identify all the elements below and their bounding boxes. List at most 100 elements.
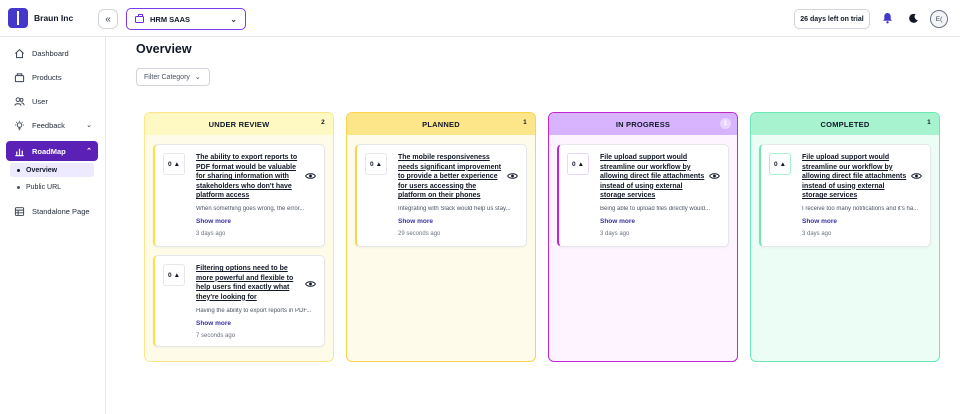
eye-icon[interactable]	[305, 172, 316, 180]
sidebar-item-label: Dashboard	[32, 48, 69, 58]
eye-icon[interactable]	[507, 172, 518, 180]
card-timestamp: 3 days ago	[802, 231, 832, 237]
card-timestamp: 7 seconds ago	[196, 333, 236, 339]
sidebar-item-user[interactable]: User	[6, 91, 98, 111]
sidebar-item-dashboard[interactable]: Dashboard	[6, 43, 98, 63]
box-icon	[14, 72, 25, 82]
brand-logo-icon	[8, 8, 28, 28]
upvote-button[interactable]: 0 ▲	[567, 153, 589, 175]
column-under-review: UNDER REVIEW 2 0 ▲ The ability to export …	[144, 112, 334, 362]
lightbulb-icon	[15, 120, 24, 130]
arrow-up-icon: ▲	[779, 160, 787, 168]
column-count: 2	[321, 119, 325, 126]
chevron-down-icon: ⌄	[194, 74, 201, 81]
arrow-up-icon: ▲	[173, 271, 181, 279]
column-title: COMPLETED	[820, 119, 870, 129]
double-chevron-left-icon: «	[105, 13, 111, 25]
briefcase-icon	[135, 13, 144, 23]
sidebar-item-label: User	[32, 96, 48, 106]
moon-icon	[908, 13, 918, 23]
roadmap-card[interactable]: 0 ▲ The mobile responsiveness needs signi…	[355, 144, 527, 247]
card-title[interactable]: Filtering options need to be more powerf…	[196, 264, 302, 302]
column-header: COMPLETED 1	[751, 113, 939, 135]
column-count: 1	[523, 119, 527, 126]
upvote-button[interactable]: 0 ▲	[365, 153, 387, 175]
vote-count: 0	[369, 160, 374, 168]
avatar[interactable]: E(	[930, 10, 948, 28]
column-header: IN PROGRESS 1	[549, 113, 737, 135]
roadmap-card[interactable]: 0 ▲ File upload support would streamline …	[557, 144, 729, 247]
show-more-link[interactable]: Show more	[398, 218, 433, 225]
show-more-link[interactable]: Show more	[196, 218, 231, 225]
arrow-up-icon: ▲	[375, 160, 383, 168]
sidebar-subitem-label: Overview	[26, 166, 58, 174]
eye-icon[interactable]	[305, 280, 316, 288]
vote-count: 0	[167, 160, 172, 168]
bell-icon	[882, 13, 892, 24]
card-description: When something goes wrong, the error...	[196, 206, 305, 212]
upvote-button[interactable]: 0 ▲	[769, 153, 791, 175]
notifications-button[interactable]	[880, 11, 894, 25]
card-title[interactable]: The mobile responsiveness needs signific…	[398, 153, 504, 201]
card-timestamp: 3 days ago	[196, 231, 226, 237]
bullet-icon	[17, 168, 20, 172]
roadmap-card[interactable]: 0 ▲ Filtering options need to be more pow…	[153, 255, 325, 347]
workspace-selector[interactable]: HRM SAAS ⌄	[126, 8, 246, 30]
vote-count: 0	[571, 160, 576, 168]
vote-count: 0	[773, 160, 778, 168]
show-more-link[interactable]: Show more	[600, 218, 635, 225]
arrow-up-icon: ▲	[173, 160, 181, 168]
sidebar-subitem-public-url[interactable]: Public URL	[10, 180, 94, 194]
card-description: I receive too many notifications and it'…	[802, 206, 919, 212]
sidebar-item-products[interactable]: Products	[6, 67, 98, 87]
arrow-up-icon: ▲	[577, 160, 585, 168]
card-title[interactable]: File upload support would streamline our…	[600, 153, 706, 201]
card-description: Integrating with Slack would help us sta…	[398, 206, 511, 212]
sidebar-subitem-overview[interactable]: Overview	[10, 163, 94, 177]
card-title[interactable]: The ability to export reports to PDF for…	[196, 153, 302, 201]
column-title: PLANNED	[422, 119, 460, 129]
chevron-down-icon: ⌄	[230, 14, 237, 24]
sidebar: Dashboard Products User Feedback ⌄ RoadM…	[0, 37, 106, 414]
card-description: Being able to upload files directly woul…	[600, 206, 711, 212]
page-title: Overview	[136, 42, 192, 56]
card-title[interactable]: File upload support would streamline our…	[802, 153, 908, 201]
sidebar-item-label: RoadMap	[32, 146, 66, 156]
vote-count: 0	[167, 271, 172, 279]
column-count: 1	[720, 118, 731, 129]
brand[interactable]: Braun Inc	[8, 8, 73, 28]
upvote-button[interactable]: 0 ▲	[163, 264, 185, 286]
filter-category-label: Filter Category	[144, 73, 190, 81]
filter-category-select[interactable]: Filter Category ⌄	[136, 68, 210, 86]
org-name: Braun Inc	[34, 13, 74, 23]
card-timestamp: 29 seconds ago	[398, 231, 441, 237]
collapse-sidebar-button[interactable]: «	[98, 9, 118, 29]
show-more-link[interactable]: Show more	[196, 320, 231, 327]
show-more-link[interactable]: Show more	[802, 218, 837, 225]
roadmap-card[interactable]: 0 ▲ The ability to export reports to PDF …	[153, 144, 325, 247]
eye-icon[interactable]	[709, 172, 720, 180]
column-header: UNDER REVIEW 2	[145, 113, 333, 135]
sidebar-item-label: Standalone Page	[32, 206, 90, 216]
roadmap-card[interactable]: 0 ▲ File upload support would streamline …	[759, 144, 931, 247]
sidebar-item-standalone-page[interactable]: Standalone Page	[6, 201, 98, 221]
column-title: UNDER REVIEW	[208, 119, 270, 129]
sidebar-item-label: Products	[32, 72, 62, 82]
bullet-icon	[17, 185, 20, 189]
column-planned: PLANNED 1 0 ▲ The mobile responsiveness n…	[346, 112, 536, 362]
top-bar: Braun Inc « HRM SAAS ⌄ 26 days left on t…	[0, 0, 960, 37]
sidebar-item-label: Feedback	[32, 120, 65, 130]
theme-toggle-button[interactable]	[906, 11, 920, 25]
column-title: IN PROGRESS	[615, 119, 671, 129]
eye-icon[interactable]	[911, 172, 922, 180]
home-icon	[15, 48, 24, 58]
column-count: 1	[927, 119, 931, 126]
users-icon	[14, 96, 25, 106]
sidebar-item-roadmap[interactable]: RoadMap ⌃	[6, 141, 98, 161]
upvote-button[interactable]: 0 ▲	[163, 153, 185, 175]
table-icon	[14, 206, 25, 216]
trial-badge[interactable]: 26 days left on trial	[794, 9, 870, 29]
sidebar-item-feedback[interactable]: Feedback ⌄	[6, 115, 98, 135]
column-header: PLANNED 1	[347, 113, 535, 135]
card-description: Having the ability to export reports in …	[196, 308, 312, 314]
